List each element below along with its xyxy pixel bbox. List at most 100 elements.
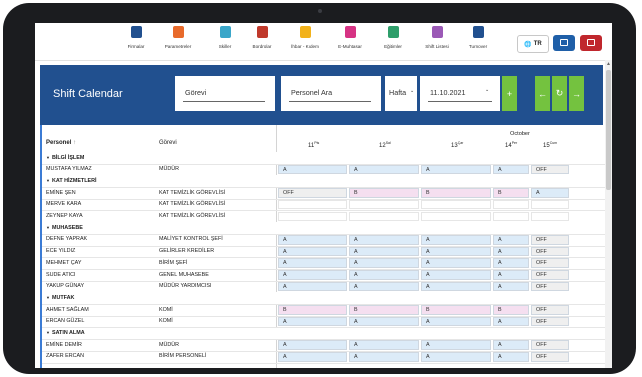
logout-button[interactable]: [580, 35, 602, 51]
caret-down-icon[interactable]: ▼: [46, 225, 50, 230]
toolbar-item-6[interactable]: Eğitimler: [373, 26, 413, 49]
caret-down-icon[interactable]: ▼: [46, 330, 50, 335]
shift-cell[interactable]: A: [421, 258, 491, 268]
shift-cell[interactable]: [493, 199, 529, 210]
shift-cell[interactable]: A: [493, 164, 529, 175]
shift-cell[interactable]: A: [349, 234, 419, 245]
shift-cell[interactable]: A: [493, 234, 529, 245]
shift-cell[interactable]: OFF: [531, 258, 569, 268]
prev-week-button[interactable]: ←: [535, 76, 550, 111]
shift-cell[interactable]: A: [278, 270, 347, 280]
shift-cell[interactable]: B: [349, 188, 419, 198]
shift-cell[interactable]: A: [278, 340, 347, 350]
gorevi-filter[interactable]: Görevi: [175, 76, 275, 111]
add-button[interactable]: +: [502, 76, 517, 111]
scroll-thumb[interactable]: [606, 70, 611, 190]
shift-cell[interactable]: OFF: [531, 281, 569, 292]
shift-cell[interactable]: A: [421, 351, 491, 362]
table-row[interactable]: ZAFER ERCAN BİRİM PERSONELİ A A A A OFF: [42, 351, 605, 364]
shift-cell[interactable]: OFF: [531, 316, 569, 327]
shift-cell[interactable]: A: [421, 270, 491, 280]
caret-down-icon[interactable]: ▼: [46, 155, 50, 160]
shift-cell[interactable]: [278, 199, 347, 210]
shift-cell[interactable]: A: [278, 316, 347, 327]
toolbar-item-3[interactable]: Bordrolar: [242, 26, 282, 49]
toolbar-item-7[interactable]: Shift Listesi: [417, 26, 457, 49]
shift-cell[interactable]: A: [421, 316, 491, 327]
next-week-button[interactable]: →: [569, 76, 584, 111]
shift-cell[interactable]: OFF: [531, 305, 569, 315]
shift-cell[interactable]: A: [278, 281, 347, 292]
shift-cell[interactable]: A: [349, 316, 419, 327]
shift-cell[interactable]: A: [421, 246, 491, 257]
toolbar-item-label: E-Muhtasar: [338, 44, 362, 49]
shift-cell[interactable]: [493, 211, 529, 222]
shift-cell[interactable]: A: [493, 340, 529, 350]
shift-cell[interactable]: A: [493, 246, 529, 257]
date-underline: [428, 101, 492, 102]
shift-cell[interactable]: A: [349, 281, 419, 292]
shift-cell[interactable]: B: [349, 305, 419, 315]
shift-cell[interactable]: OFF: [531, 340, 569, 350]
shift-cell[interactable]: A: [421, 281, 491, 292]
shift-cell[interactable]: A: [421, 234, 491, 245]
shift-cell[interactable]: A: [278, 164, 347, 175]
shift-cell[interactable]: OFF: [531, 246, 569, 257]
shift-cell[interactable]: B: [278, 305, 347, 315]
shift-cell[interactable]: OFF: [531, 270, 569, 280]
caret-down-icon[interactable]: ▼: [46, 295, 50, 300]
refresh-button[interactable]: ↻: [552, 76, 567, 111]
toolbar-item-4[interactable]: İhbar - Kıdem: [285, 26, 325, 49]
toolbar-item-2[interactable]: Skiller: [205, 26, 245, 49]
shift-cell[interactable]: A: [349, 351, 419, 362]
shift-cell[interactable]: B: [421, 305, 491, 315]
personel-column-header[interactable]: Personel ↑: [46, 140, 76, 146]
caret-down-icon[interactable]: ▼: [46, 178, 50, 183]
window-button[interactable]: [553, 35, 575, 51]
shift-cell[interactable]: B: [493, 188, 529, 198]
shift-cell[interactable]: B: [493, 305, 529, 315]
toolbar-item-1[interactable]: Parametreler: [158, 26, 198, 49]
shift-cell[interactable]: B: [421, 188, 491, 198]
personel-role: KOMİ: [159, 318, 173, 325]
shift-cell[interactable]: [531, 199, 569, 210]
shift-cell[interactable]: A: [278, 234, 347, 245]
date-select[interactable]: 11.10.2021 ⌄: [420, 76, 500, 111]
shift-cell[interactable]: [278, 211, 347, 222]
personel-search[interactable]: Personel Ara: [281, 76, 381, 111]
shift-cell[interactable]: [421, 199, 491, 210]
shift-cell[interactable]: A: [421, 164, 491, 175]
scroll-up-icon[interactable]: ▲: [606, 61, 611, 67]
shift-cell[interactable]: [349, 199, 419, 210]
shift-cell[interactable]: A: [278, 351, 347, 362]
toolbar-item-8[interactable]: Turnover: [458, 26, 498, 49]
shift-cell[interactable]: A: [349, 164, 419, 175]
view-select[interactable]: Hafta ⌄: [385, 76, 417, 111]
shift-cell[interactable]: A: [278, 258, 347, 268]
group-name: MUHASEBE: [51, 224, 83, 231]
shift-cell[interactable]: OFF: [278, 188, 347, 198]
shift-cell[interactable]: A: [349, 270, 419, 280]
shift-cell[interactable]: [421, 211, 491, 222]
shift-cell[interactable]: A: [278, 246, 347, 257]
shift-cell[interactable]: A: [531, 188, 569, 198]
shift-cell[interactable]: A: [493, 270, 529, 280]
shift-cell[interactable]: A: [493, 316, 529, 327]
group-name: KAT HİZMETLERİ: [51, 177, 97, 184]
shift-cell[interactable]: OFF: [531, 351, 569, 362]
shift-cell[interactable]: [531, 211, 569, 222]
shift-cell[interactable]: A: [493, 351, 529, 362]
shift-cell[interactable]: [349, 211, 419, 222]
shift-cell[interactable]: A: [349, 258, 419, 268]
shift-cell[interactable]: A: [493, 281, 529, 292]
shift-cell[interactable]: A: [421, 340, 491, 350]
shift-cell[interactable]: A: [349, 340, 419, 350]
shift-cell[interactable]: OFF: [531, 234, 569, 245]
toolbar-item-5[interactable]: E-Muhtasar: [330, 26, 370, 49]
language-button[interactable]: 🌐 TR: [517, 35, 549, 53]
shift-cell[interactable]: A: [493, 258, 529, 268]
shift-cell[interactable]: A: [349, 246, 419, 257]
toolbar-item-0[interactable]: Firmalar: [116, 26, 156, 49]
shift-cell[interactable]: OFF: [531, 164, 569, 175]
vertical-scrollbar[interactable]: ▲: [605, 60, 612, 368]
